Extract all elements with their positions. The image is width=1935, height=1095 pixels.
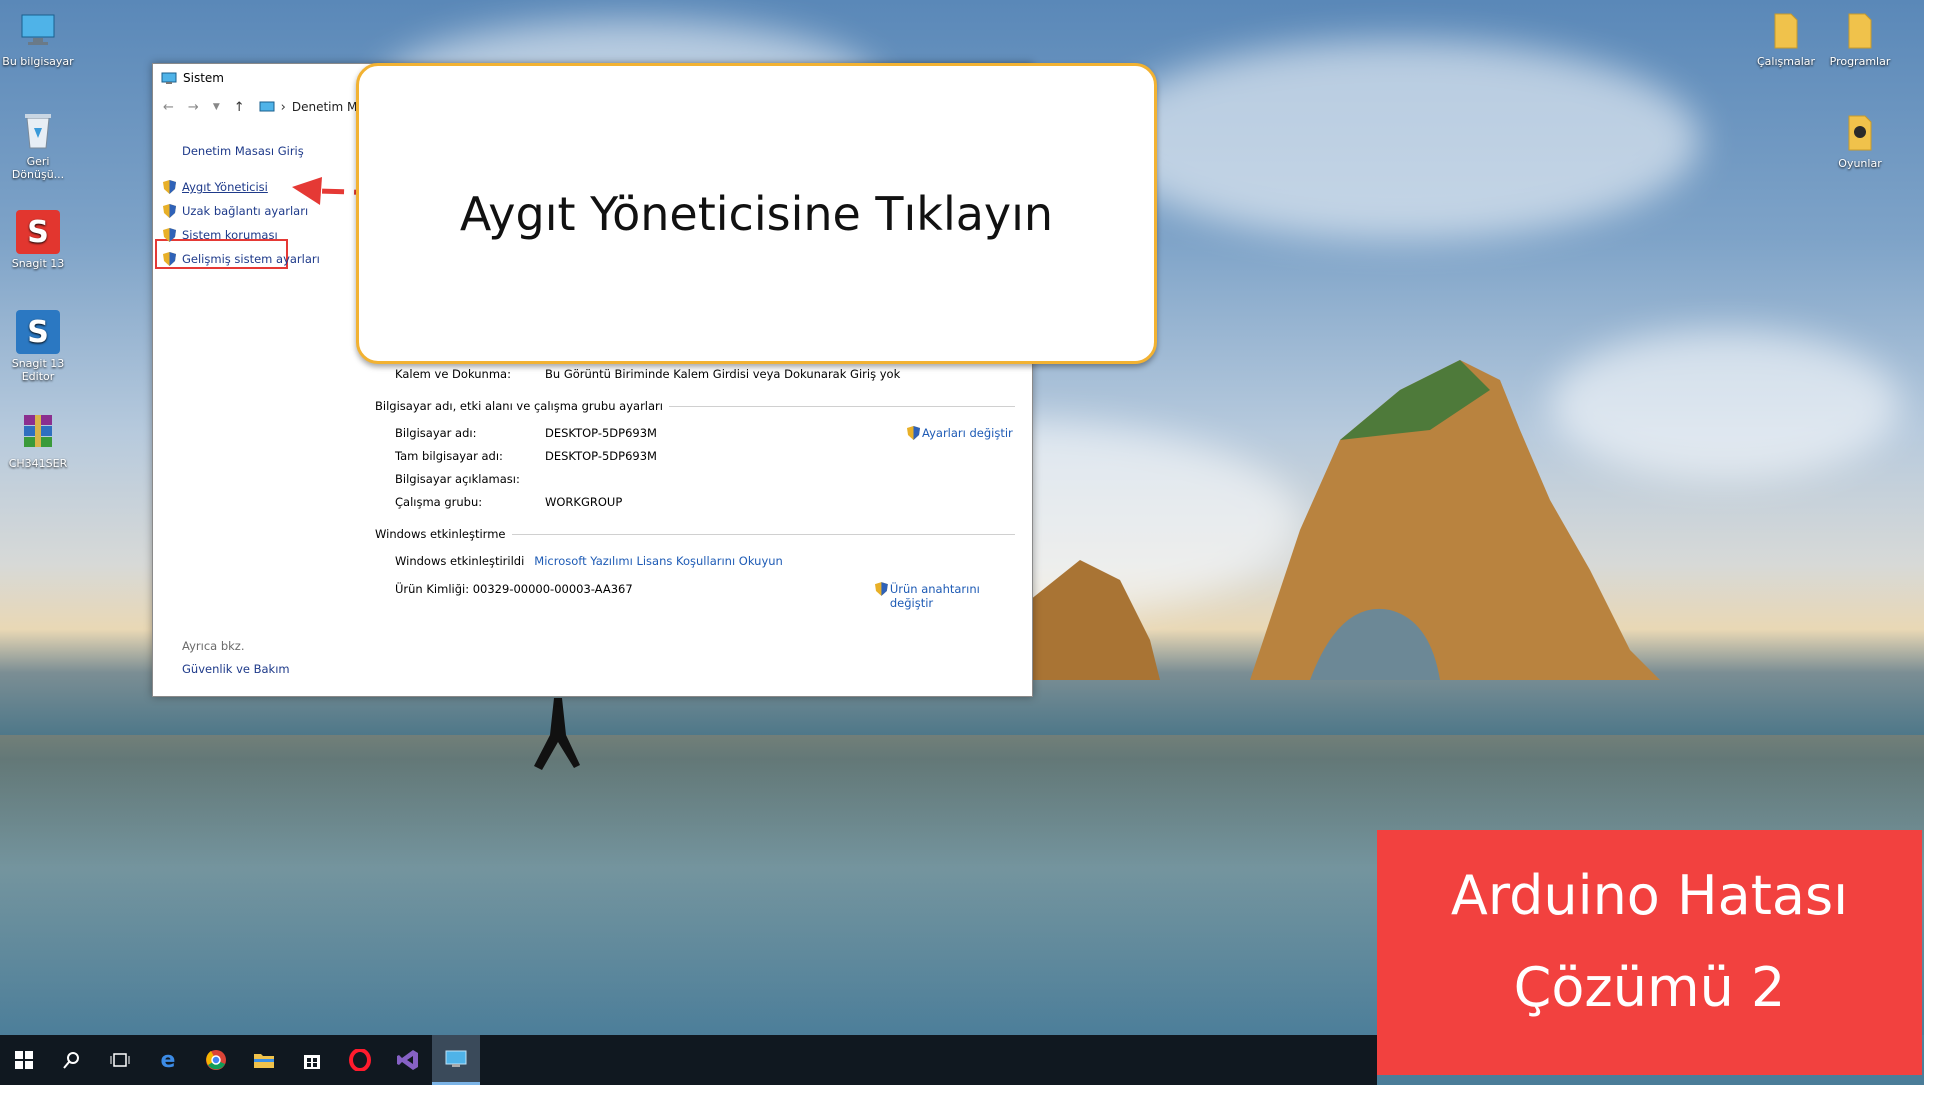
games-folder-icon [1838,110,1882,154]
sidebar-item-label: Uzak bağlantı ayarları [182,204,309,218]
info-row: Bilgisayar açıklaması: [395,472,545,486]
computer-section-header: Bilgisayar adı, etki alanı ve çalışma gr… [375,399,1015,413]
desktop-icon-snagit[interactable]: S Snagit 13 [0,210,76,270]
system-window-taskbar-button[interactable] [432,1035,480,1085]
desktop: Bu bilgisayar Geri Dönüşü... S Snagit 13… [0,0,1924,1085]
opera-icon[interactable] [336,1035,384,1085]
runner-silhouette [534,683,580,770]
info-label: Tam bilgisayar adı: [395,449,503,463]
desktop-icon-this-pc[interactable]: Bu bilgisayar [0,8,76,68]
info-row: Çalışma grubu: WORKGROUP [395,495,622,509]
folder-icon [1838,8,1882,52]
shield-icon [163,252,176,266]
info-value: DESKTOP-5DP693M [545,426,657,440]
desktop-icon-calismalar[interactable]: Çalışmalar [1748,8,1824,68]
info-label: Çalışma grubu: [395,495,483,509]
desktop-icon-label: Programlar [1829,55,1891,68]
activation-row: Windows etkinleştirildi Microsoft Yazılı… [395,554,783,568]
sidebar-item-device-manager[interactable]: Aygıt Yöneticisi [163,180,268,194]
security-maintenance-link[interactable]: Güvenlik ve Bakım [182,662,290,676]
sidebar-item-advanced-settings[interactable]: Gelişmiş sistem ayarları [163,252,320,266]
winrar-archive-icon [16,410,60,454]
desktop-icon-label: Snagit 13 [11,257,65,270]
folder-icon [1764,8,1808,52]
store-icon[interactable] [288,1035,336,1085]
computer-icon [16,8,60,52]
desktop-icon-snagit-editor[interactable]: S Snagit 13 Editor [0,310,76,383]
instruction-callout: Aygıt Yöneticisine Tıklayın [356,63,1157,364]
task-view-icon[interactable] [96,1035,144,1085]
section-title: Bilgisayar adı, etki alanı ve çalışma gr… [375,399,663,413]
license-terms-link[interactable]: Microsoft Yazılımı Lisans Koşullarını Ok… [534,554,783,568]
system-window-icon [445,1050,467,1067]
pen-touch-value: Bu Görüntü Biriminde Kalem Girdisi veya … [545,367,901,381]
control-panel-home-link[interactable]: Denetim Masası Giriş [182,144,304,158]
chevron-down-icon[interactable]: ▼ [213,102,220,112]
sidebar-item-label: Sistem koruması [182,228,278,242]
info-label: Bilgisayar adı: [395,426,477,440]
see-also-label: Ayrıca bkz. [182,639,245,653]
change-settings-link[interactable]: Ayarları değiştir [907,426,1013,440]
product-id-row: Ürün Kimliği: 00329-00000-00003-AA367 [395,582,633,596]
shield-icon [907,426,920,440]
desktop-icon-ch341ser[interactable]: CH341SER [0,410,76,470]
desktop-icon-oyunlar[interactable]: Oyunlar [1822,110,1898,170]
activation-section-header: Windows etkinleştirme [375,527,1015,541]
control-panel-icon [259,101,275,111]
activated-label: Windows etkinleştirildi [395,554,525,568]
shield-icon [163,180,176,194]
edge-icon[interactable]: e [144,1035,192,1085]
pen-touch-row: Kalem ve Dokunma: Bu Görüntü Biriminde K… [395,367,900,381]
window-title: Sistem [183,71,224,85]
forward-arrow-icon[interactable]: → [188,100,199,115]
desktop-icon-recycle-bin[interactable]: Geri Dönüşü... [0,108,76,181]
desktop-icon-label: Geri Dönüşü... [11,155,65,181]
change-product-key-label: Ürün anahtarını değiştir [889,582,980,610]
info-value: DESKTOP-5DP693M [545,449,657,463]
sea-rock-arch [1250,360,1660,680]
banner-line-1: Arduino Hatası [1450,864,1849,927]
start-icon[interactable] [0,1035,48,1085]
back-arrow-icon[interactable]: ← [163,100,174,115]
search-icon[interactable] [48,1035,96,1085]
recycle-bin-icon [16,108,60,152]
sidebar-item-system-protection[interactable]: Sistem koruması [163,228,278,242]
callout-text: Aygıt Yöneticisine Tıklayın [459,186,1054,241]
product-id: Ürün Kimliği: 00329-00000-00003-AA367 [395,582,633,596]
desktop-icon-label: Snagit 13 Editor [11,357,65,383]
sidebar-item-remote-settings[interactable]: Uzak bağlantı ayarları [163,204,308,218]
pen-touch-label: Kalem ve Dokunma: [395,367,511,381]
desktop-icon-programlar[interactable]: Programlar [1822,8,1898,68]
system-window-icon [161,72,177,84]
taskbar: e [0,1035,1377,1085]
chrome-icon[interactable] [192,1035,240,1085]
info-row: Tam bilgisayar adı: DESKTOP-5DP693M [395,449,657,463]
title-banner: Arduino Hatası Çözümü 2 [1377,830,1922,1075]
info-label: Bilgisayar açıklaması: [395,472,520,486]
shield-icon [875,582,888,596]
change-settings-label: Ayarları değiştir [922,426,1013,440]
breadcrumb[interactable]: Denetim M [292,100,358,114]
shield-icon [163,204,176,218]
small-rock [1020,560,1160,680]
shield-icon [163,228,176,242]
snagit-editor-icon: S [16,310,60,354]
info-value: WORKGROUP [545,495,623,509]
section-title: Windows etkinleştirme [375,527,506,541]
up-arrow-icon[interactable]: ↑ [234,100,245,115]
cloud [1100,40,1700,240]
sidebar-item-label: Aygıt Yöneticisi [182,180,268,194]
breadcrumb-separator: › [280,99,286,115]
desktop-icon-label: Bu bilgisayar [2,55,74,68]
change-product-key-link[interactable]: Ürün anahtarını değiştir [875,582,1025,610]
desktop-icon-label: CH341SER [8,457,68,470]
file-explorer-icon[interactable] [240,1035,288,1085]
info-row: Bilgisayar adı: DESKTOP-5DP693M [395,426,657,440]
desktop-icon-label: Oyunlar [1838,157,1882,170]
sidebar-item-label: Gelişmiş sistem ayarları [182,252,320,266]
banner-line-2: Çözümü 2 [1513,956,1786,1019]
desktop-icon-label: Çalışmalar [1756,55,1816,68]
snagit-icon: S [16,210,60,254]
visual-studio-icon[interactable] [384,1035,432,1085]
